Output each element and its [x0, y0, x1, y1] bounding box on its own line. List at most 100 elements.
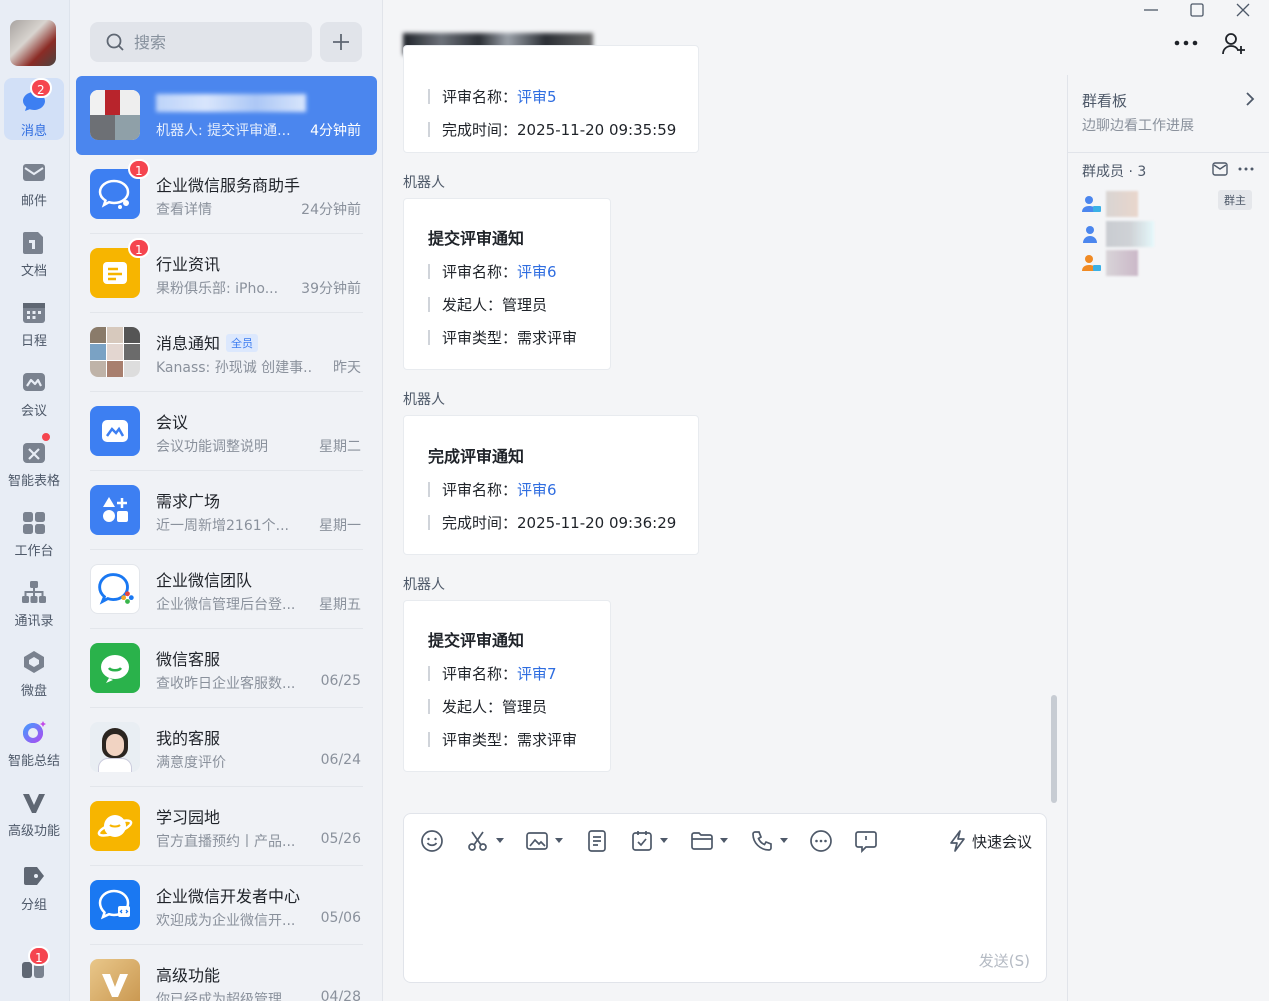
card-row: 评审名称：评审6 [428, 261, 557, 282]
group-tag-icon [24, 867, 44, 885]
search-input[interactable] [134, 30, 294, 54]
conversation-preview: 近一周新增2161个... [156, 518, 289, 534]
conversation-item[interactable]: 企业微信开发者中心 欢迎成为企业微信开... 05/06 [76, 866, 377, 945]
card-row: 评审类型：需求评审 [428, 327, 577, 348]
conversation-item[interactable]: 微信客服 查收昨日企业客服数... 06/25 [76, 629, 377, 708]
search-box[interactable] [90, 22, 312, 62]
nav-item-contacts[interactable]: 通讯录 [4, 568, 64, 630]
nav-item-mail[interactable]: 邮件 [4, 148, 64, 210]
review-link[interactable]: 评审7 [517, 665, 557, 683]
message-sender: 机器人 [403, 577, 445, 593]
nav-item-workbench[interactable]: 工作台 [4, 498, 64, 560]
chat-panel: 评审名称：评审5 完成时间：2025-11-20 09:35:59 机器人 提交… [383, 0, 1245, 1001]
send-button[interactable]: 发送(S) [979, 950, 1030, 971]
unread-badge: 2 [30, 78, 52, 98]
message-card: 评审名称：评审5 完成时间：2025-11-20 09:35:59 [403, 45, 699, 153]
conversation-item[interactable]: 需求广场 近一周新增2161个... 星期一 [76, 471, 377, 550]
conversation-preview: 机器人: 提交评审通... [156, 123, 291, 139]
chat-scrollbar[interactable] [1051, 695, 1057, 803]
chevron-down-icon [720, 838, 728, 843]
nav-item-meeting[interactable]: 会议 [4, 358, 64, 420]
lightning-icon [950, 830, 965, 852]
plus-icon [333, 34, 349, 50]
my-service-avatar [90, 722, 140, 772]
nav-item-calendar[interactable]: 日程 [4, 288, 64, 350]
document-button[interactable] [585, 829, 609, 855]
add-member-icon[interactable] [1221, 31, 1247, 57]
more-options-icon[interactable] [1173, 36, 1199, 50]
folder-icon [691, 832, 713, 850]
document-icon [23, 232, 43, 254]
emoji-button[interactable] [420, 829, 444, 855]
all-staff-tag: 全员 [226, 334, 259, 352]
conversation-item[interactable]: 企业微信团队 企业微信管理后台登... 星期五 [76, 550, 377, 629]
image-button[interactable] [525, 829, 563, 855]
workbench-grid-icon [23, 512, 45, 534]
nav-item-drive[interactable]: 微盘 [4, 638, 64, 700]
conversation-time: 05/26 [320, 831, 361, 847]
nav-item-messages[interactable]: 消息 2 [4, 78, 64, 140]
conversation-name: 行业资讯 [156, 255, 221, 274]
owner-tag: 群主 [1218, 190, 1252, 210]
conversation-time: 4分钟前 [310, 123, 361, 139]
wecom-team-avatar [90, 564, 140, 614]
conversation-item[interactable]: 1 行业资讯 果粉俱乐部: iPho... 39分钟前 [76, 234, 377, 313]
conversation-item[interactable]: 高级功能 你已经成为超级管理... 04/28 [76, 945, 377, 1001]
chevron-down-icon [496, 838, 504, 843]
notification-group-avatar [90, 327, 140, 377]
group-avatar [90, 90, 140, 140]
member-avatar-blur [1106, 191, 1138, 217]
nav-item-groups[interactable]: 分组 [4, 852, 64, 914]
add-button[interactable] [320, 22, 362, 62]
chat-history-icon [855, 831, 877, 854]
premium-avatar [90, 959, 140, 1001]
conversation-time: 星期一 [319, 518, 361, 534]
developer-center-avatar [90, 880, 140, 930]
file-button[interactable] [690, 829, 728, 855]
nav-item-premium[interactable]: 高级功能 [4, 778, 64, 840]
conversation-time: 昨天 [333, 360, 361, 376]
emoji-icon [421, 830, 443, 852]
group-board-link[interactable]: 群看板 边聊边看工作进展 [1068, 75, 1269, 145]
conversation-preview: 官方直播预约丨产品... [156, 834, 296, 850]
conversation-item[interactable]: 学习园地 官方直播预约丨产品... 05/26 [76, 787, 377, 866]
quick-meeting-button[interactable]: 快速会议 [948, 830, 1032, 852]
minimize-icon[interactable] [1144, 9, 1158, 11]
conversation-item[interactable]: 消息通知 全员 Kanass: 孙现诚 创建事... 昨天 [76, 313, 377, 392]
members-count: 群成员 · 3 [1082, 164, 1147, 180]
more-apps-button[interactable]: 1 [20, 946, 50, 982]
members-more-icon[interactable] [1238, 167, 1254, 171]
card-title: 提交评审通知 [428, 631, 525, 650]
conversation-name: 企业微信开发者中心 [156, 887, 301, 906]
conversation-item[interactable]: 机器人: 提交评审通... 4分钟前 [76, 76, 377, 155]
user-icon [1083, 226, 1097, 243]
conversation-item[interactable]: 1 企业微信服务商助手 查看详情 24分钟前 [76, 155, 377, 234]
nav-item-ai-summary[interactable]: 智能总结 [4, 708, 64, 770]
conversation-item[interactable]: 我的客服 满意度评价 06/24 [76, 708, 377, 787]
conversation-item[interactable]: 会议 会议功能调整说明 星期二 [76, 392, 377, 471]
conversation-time: 05/06 [320, 910, 361, 926]
premium-v-icon [102, 974, 128, 997]
user-computer-icon [1082, 196, 1101, 212]
history-button[interactable] [854, 829, 878, 855]
conversation-name: 需求广场 [156, 492, 221, 511]
mail-members-icon[interactable] [1212, 162, 1228, 176]
conversation-name: 会议 [156, 413, 189, 432]
maximize-icon[interactable] [1190, 3, 1204, 17]
screenshot-button[interactable] [466, 829, 504, 855]
unread-badge: 1 [128, 238, 150, 258]
card-row: 评审类型：需求评审 [428, 729, 577, 750]
card-row: 发起人：管理员 [428, 696, 547, 717]
more-tools-button[interactable] [809, 829, 833, 855]
nav-item-smart-sheet[interactable]: 智能表格 [4, 428, 64, 490]
review-link[interactable]: 评审6 [517, 481, 557, 499]
message-input[interactable] [418, 870, 1032, 940]
nav-item-docs[interactable]: 文档 [4, 218, 64, 280]
task-button[interactable] [630, 829, 668, 855]
review-link[interactable]: 评审5 [517, 88, 557, 106]
conversation-time: 04/28 [320, 989, 361, 1001]
user-avatar[interactable] [10, 20, 56, 66]
close-icon[interactable] [1236, 3, 1250, 17]
review-link[interactable]: 评审6 [517, 263, 557, 281]
call-button[interactable] [750, 829, 788, 855]
